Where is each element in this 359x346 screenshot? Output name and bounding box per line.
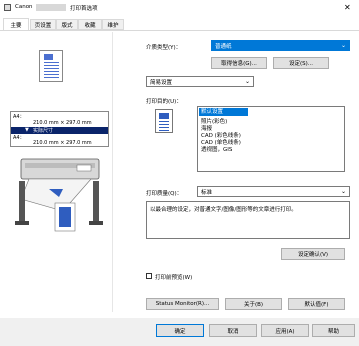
- tab-main[interactable]: 主要: [3, 18, 29, 30]
- confirm-settings-button[interactable]: 设定确认(V): [281, 248, 345, 260]
- apply-button[interactable]: 应用(A): [261, 324, 309, 337]
- preview-checkbox-label: 打印前预览(W): [155, 275, 193, 281]
- purpose-icon-lines: [159, 121, 169, 131]
- tab-maintenance-label: 维护: [107, 22, 119, 29]
- media-type-value: 普通纸: [215, 43, 232, 50]
- actual-size-label: 实际尺寸: [33, 128, 54, 134]
- settings-button[interactable]: 设定(S)...: [273, 57, 329, 69]
- printer-illustration: [15, 158, 103, 232]
- tab-maintenance[interactable]: 维护: [102, 19, 124, 30]
- list-item[interactable]: 默认设置: [199, 108, 248, 116]
- paper-info-box: A4： 210.0 mm × 297.0 mm ▼ 实际尺寸 A4： 210.0…: [10, 111, 109, 147]
- tab-favorites-label: 收藏: [84, 22, 96, 29]
- tab-layout-label: 版式: [61, 22, 73, 29]
- preview-checkbox[interactable]: [146, 273, 152, 279]
- down-arrow-icon: ▼: [25, 127, 29, 133]
- mode-value: 简易设置: [150, 79, 173, 86]
- help-button[interactable]: 帮助: [312, 324, 355, 337]
- panel-divider: [112, 32, 113, 312]
- quality-value: 标准: [201, 189, 213, 196]
- media-type-label: 介质类型(Y)：: [146, 45, 182, 51]
- tab-page-setup-label: 页设置: [34, 22, 52, 29]
- ok-button[interactable]: 确定: [156, 324, 204, 337]
- window-title: 打印首选项: [70, 6, 98, 12]
- chevron-down-icon: ⌄: [340, 42, 346, 49]
- quality-select[interactable]: 标准 ⌄: [197, 186, 350, 197]
- tab-main-label: 主要: [10, 22, 22, 29]
- output-size-label: A4：: [13, 135, 25, 141]
- cancel-button[interactable]: 取消: [209, 324, 257, 337]
- status-monitor-button[interactable]: Status Monitor(R)...: [146, 298, 219, 310]
- page-preview: [39, 50, 63, 82]
- output-size-dims: 210.0 mm × 297.0 mm: [33, 140, 92, 146]
- paper-size-dims: 210.0 mm × 297.0 mm: [33, 120, 92, 126]
- page-preview-thumb: [44, 54, 53, 60]
- media-type-select[interactable]: 普通纸 ⌄: [211, 40, 350, 51]
- tab-layout[interactable]: 版式: [56, 19, 78, 30]
- list-item[interactable]: 透视图，GIS: [201, 145, 232, 153]
- get-info-button[interactable]: 取得信息(G)...: [211, 57, 267, 69]
- list-item-label: 默认设置: [201, 109, 224, 115]
- purpose-list[interactable]: 默认设置 照片(彩色) 海报 CAD (彩色线条) CAD (单色线条) 透视图…: [197, 106, 345, 172]
- purpose-icon: [155, 109, 173, 133]
- printer-name-redacted: [36, 4, 66, 11]
- app-logo-icon: [4, 4, 11, 11]
- close-icon[interactable]: ✕: [344, 3, 351, 12]
- chevron-down-icon: ⌄: [244, 78, 250, 85]
- about-button[interactable]: 关于(B): [225, 298, 282, 310]
- quality-description-box: 以最合理的设定，对普通文字/图像/图形等的文章进行打印。: [146, 201, 350, 239]
- paper-size-label: A4：: [13, 114, 25, 120]
- mode-select[interactable]: 简易设置 ⌄: [146, 76, 254, 87]
- chevron-down-icon: ⌄: [340, 188, 346, 195]
- purpose-label: 打印目的(U)：: [146, 99, 182, 105]
- purpose-icon-image: [159, 113, 169, 119]
- page-preview-lines: [44, 62, 59, 80]
- tab-page-setup[interactable]: 页设置: [30, 19, 56, 30]
- defaults-button[interactable]: 默认值(F): [288, 298, 345, 310]
- quality-label: 打印质量(Q)：: [146, 191, 183, 197]
- tab-strip-line: [0, 30, 359, 31]
- title-bar: Canon 打印首选项 ✕: [0, 0, 359, 16]
- window-brand: Canon: [15, 4, 33, 10]
- preview-panel: A4： 210.0 mm × 297.0 mm ▼ 实际尺寸 A4： 210.0…: [7, 39, 112, 243]
- tab-favorites[interactable]: 收藏: [78, 19, 102, 30]
- actual-size-bar: ▼ 实际尺寸: [11, 127, 108, 134]
- quality-description: 以最合理的设定，对普通文字/图像/图形等的文章进行打印。: [150, 207, 297, 213]
